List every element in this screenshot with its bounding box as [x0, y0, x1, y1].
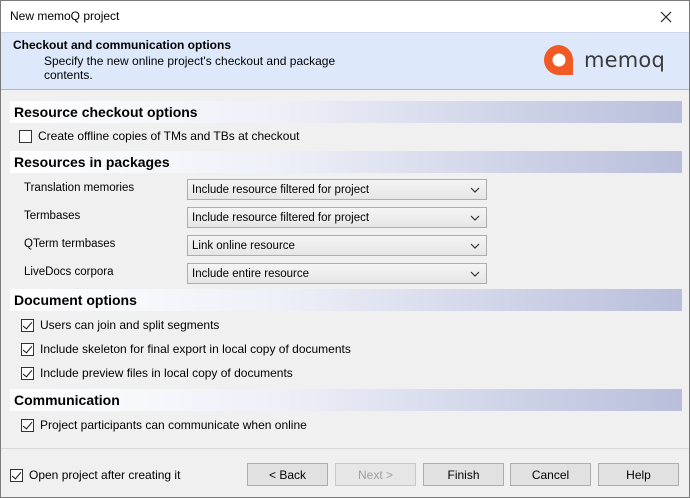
checkbox-box[interactable]	[19, 129, 32, 143]
new-project-dialog: New memoQ project Checkout and communica…	[0, 0, 690, 498]
translation-memories-select[interactable]: Include resource filtered for project	[187, 179, 487, 200]
chevron-down-icon	[470, 271, 480, 277]
select-value: Include entire resource	[192, 267, 309, 280]
section-communication: Communication	[10, 389, 682, 411]
join-split-segments-checkbox[interactable]: Users can join and split segments	[21, 318, 219, 332]
termbases-label: Termbases	[24, 210, 81, 222]
livedocs-corpora-label: LiveDocs corpora	[24, 266, 114, 278]
section-resource-checkout: Resource checkout options	[10, 101, 682, 123]
checkbox-box[interactable]	[10, 468, 23, 482]
qterm-termbases-select[interactable]: Link online resource	[187, 235, 487, 256]
footer-divider	[1, 448, 689, 449]
include-skeleton-checkbox[interactable]: Include skeleton for final export in loc…	[21, 342, 351, 356]
select-value: Include resource filtered for project	[192, 211, 370, 224]
memoq-logo-icon	[543, 45, 573, 75]
communicate-online-checkbox[interactable]: Project participants can communicate whe…	[21, 418, 307, 432]
checkbox-box[interactable]	[21, 366, 34, 380]
qterm-termbases-label: QTerm termbases	[24, 238, 116, 250]
select-value: Include resource filtered for project	[192, 183, 370, 196]
section-label: Communication	[14, 392, 120, 408]
page-title: Checkout and communication options	[13, 38, 232, 52]
help-button[interactable]: Help	[598, 463, 679, 486]
checkbox-label: Users can join and split segments	[40, 318, 220, 332]
checkbox-label: Include preview files in local copy of d…	[40, 366, 293, 380]
open-project-checkbox[interactable]: Open project after creating it	[10, 468, 180, 482]
section-label: Document options	[14, 292, 137, 308]
close-button[interactable]	[643, 1, 689, 32]
page-subtitle: Specify the new online project's checkou…	[44, 54, 336, 82]
section-label: Resources in packages	[14, 154, 170, 170]
memoq-logo: memoq	[542, 43, 665, 77]
chevron-down-icon	[470, 243, 480, 249]
section-document-options: Document options	[10, 289, 682, 311]
checkbox-box[interactable]	[21, 342, 34, 356]
checkbox-label: Project participants can communicate whe…	[40, 418, 307, 432]
offline-copies-checkbox[interactable]: Create offline copies of TMs and TBs at …	[19, 129, 299, 143]
chevron-down-icon	[470, 187, 480, 193]
checkbox-label: Open project after creating it	[29, 468, 181, 482]
checkbox-label: Create offline copies of TMs and TBs at …	[38, 129, 300, 143]
checkbox-box[interactable]	[21, 418, 34, 432]
termbases-select[interactable]: Include resource filtered for project	[187, 207, 487, 228]
window-title: New memoQ project	[10, 9, 120, 23]
checkbox-box[interactable]	[21, 318, 34, 332]
title-bar: New memoQ project	[1, 1, 689, 32]
logo-wordmark: memoq	[583, 48, 665, 72]
section-label: Resource checkout options	[14, 104, 198, 120]
back-button[interactable]: < Back	[247, 463, 328, 486]
cancel-button[interactable]: Cancel	[510, 463, 591, 486]
finish-button[interactable]: Finish	[423, 463, 504, 486]
close-icon	[660, 11, 672, 22]
next-button[interactable]: Next >	[335, 463, 416, 486]
checkbox-label: Include skeleton for final export in loc…	[40, 342, 351, 356]
livedocs-corpora-select[interactable]: Include entire resource	[187, 263, 487, 284]
section-resources-in-packages: Resources in packages	[10, 151, 682, 173]
chevron-down-icon	[470, 215, 480, 221]
select-value: Link online resource	[192, 239, 295, 252]
wizard-header: Checkout and communication options Speci…	[1, 32, 689, 90]
translation-memories-label: Translation memories	[24, 182, 135, 194]
include-preview-checkbox[interactable]: Include preview files in local copy of d…	[21, 366, 293, 380]
